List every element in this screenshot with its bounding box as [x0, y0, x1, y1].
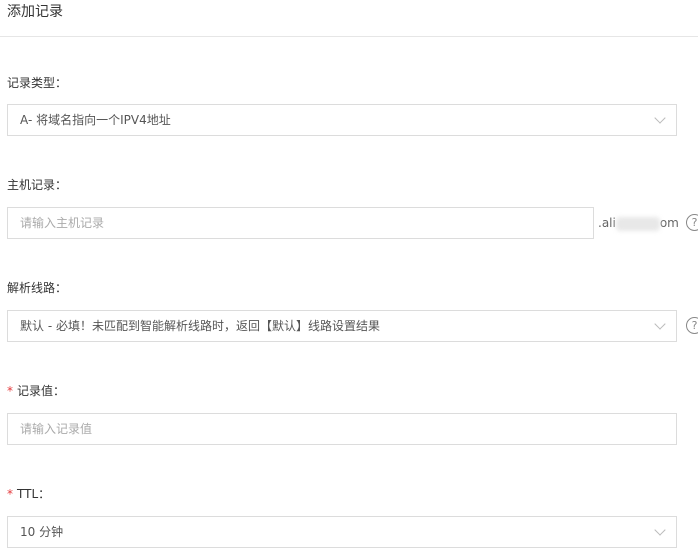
- chevron-down-icon: [654, 524, 666, 536]
- dialog-title: 添加记录: [7, 4, 63, 20]
- divider: [0, 36, 698, 37]
- record-type-label: 记录类型：: [7, 76, 68, 90]
- record-type-value: A- 将域名指向一个IPV4地址: [20, 113, 171, 127]
- line-select[interactable]: 默认 - 必填！未匹配到智能解析线路时，返回【默认】线路设置结果: [7, 310, 677, 342]
- value-label: * 记录值：: [7, 384, 66, 398]
- chevron-down-icon: [654, 318, 666, 330]
- host-placeholder: 请输入主机记录: [20, 216, 105, 230]
- value-input[interactable]: 请输入记录值: [7, 413, 677, 445]
- ttl-label: * TTL：: [7, 487, 51, 501]
- host-input[interactable]: 请输入主机记录: [7, 207, 594, 239]
- domain-suffix: .ali om: [598, 216, 679, 231]
- line-value: 默认 - 必填！未匹配到智能解析线路时，返回【默认】线路设置结果: [20, 319, 380, 333]
- value-placeholder: 请输入记录值: [20, 422, 93, 436]
- help-icon[interactable]: ?: [686, 317, 698, 334]
- line-label: 解析线路：: [7, 281, 68, 295]
- host-label: 主机记录：: [7, 178, 68, 192]
- chevron-down-icon: [654, 112, 666, 124]
- help-icon[interactable]: ?: [686, 214, 698, 231]
- record-type-select[interactable]: A- 将域名指向一个IPV4地址: [7, 104, 677, 136]
- ttl-value: 10 分钟: [20, 525, 64, 539]
- ttl-select[interactable]: 10 分钟: [7, 516, 677, 548]
